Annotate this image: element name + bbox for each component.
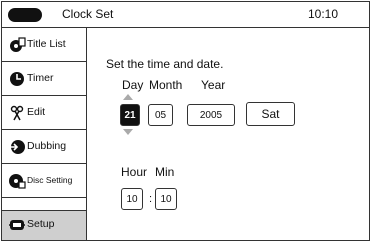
- disc-setting-icon: [9, 174, 26, 189]
- day-field[interactable]: 21: [120, 104, 140, 126]
- hour-header: Hour: [121, 165, 148, 179]
- increment-arrow-icon[interactable]: [123, 94, 133, 100]
- sidebar-item-label: Timer: [27, 72, 54, 84]
- header-bar: Clock Set 10:10: [2, 2, 369, 28]
- year-field[interactable]: 2005: [187, 104, 235, 126]
- page-title: Clock Set: [62, 7, 114, 21]
- year-header: Year: [201, 78, 226, 92]
- month-field[interactable]: 05: [148, 104, 173, 126]
- sidebar-item-disc-setting[interactable]: Disc Setting: [2, 164, 86, 198]
- minute-field[interactable]: 10: [155, 188, 177, 210]
- sidebar-item-dubbing[interactable]: Dubbing: [2, 130, 86, 164]
- edit-icon: [10, 105, 24, 121]
- day-header: Day: [122, 78, 144, 92]
- dubbing-icon: [9, 140, 25, 154]
- month-header: Month: [149, 78, 183, 92]
- decrement-arrow-icon[interactable]: [123, 129, 133, 135]
- instruction-text: Set the time and date.: [106, 57, 224, 71]
- sidebar-item-timer[interactable]: Timer: [2, 62, 86, 96]
- title-list-icon: [10, 37, 26, 52]
- hour-field[interactable]: 10: [121, 188, 143, 210]
- clock-display: 10:10: [308, 7, 339, 21]
- weekday-field[interactable]: Sat: [246, 102, 295, 126]
- sidebar-item-label: Setup: [27, 218, 55, 230]
- sidebar-item-label: Edit: [27, 106, 46, 118]
- sidebar-item-edit[interactable]: Edit: [2, 96, 86, 130]
- sidebar-item-label: Dubbing: [27, 140, 67, 152]
- header-indicator: [8, 8, 42, 22]
- timer-icon: [10, 72, 24, 86]
- sidebar-item-setup[interactable]: Setup: [2, 210, 86, 240]
- min-header: Min: [155, 165, 175, 179]
- sidebar-item-title-list[interactable]: Title List: [2, 28, 86, 62]
- sidebar-item-label: Title List: [27, 38, 66, 50]
- screen-frame: Clock Set 10:10 Title List Timer Edit Du…: [1, 1, 370, 241]
- time-separator: :: [149, 193, 153, 205]
- sidebar-item-label: Disc Setting: [27, 175, 73, 185]
- sidebar-menu: Title List Timer Edit Dubbing Disc Setti…: [2, 28, 87, 240]
- setup-icon: [9, 220, 25, 230]
